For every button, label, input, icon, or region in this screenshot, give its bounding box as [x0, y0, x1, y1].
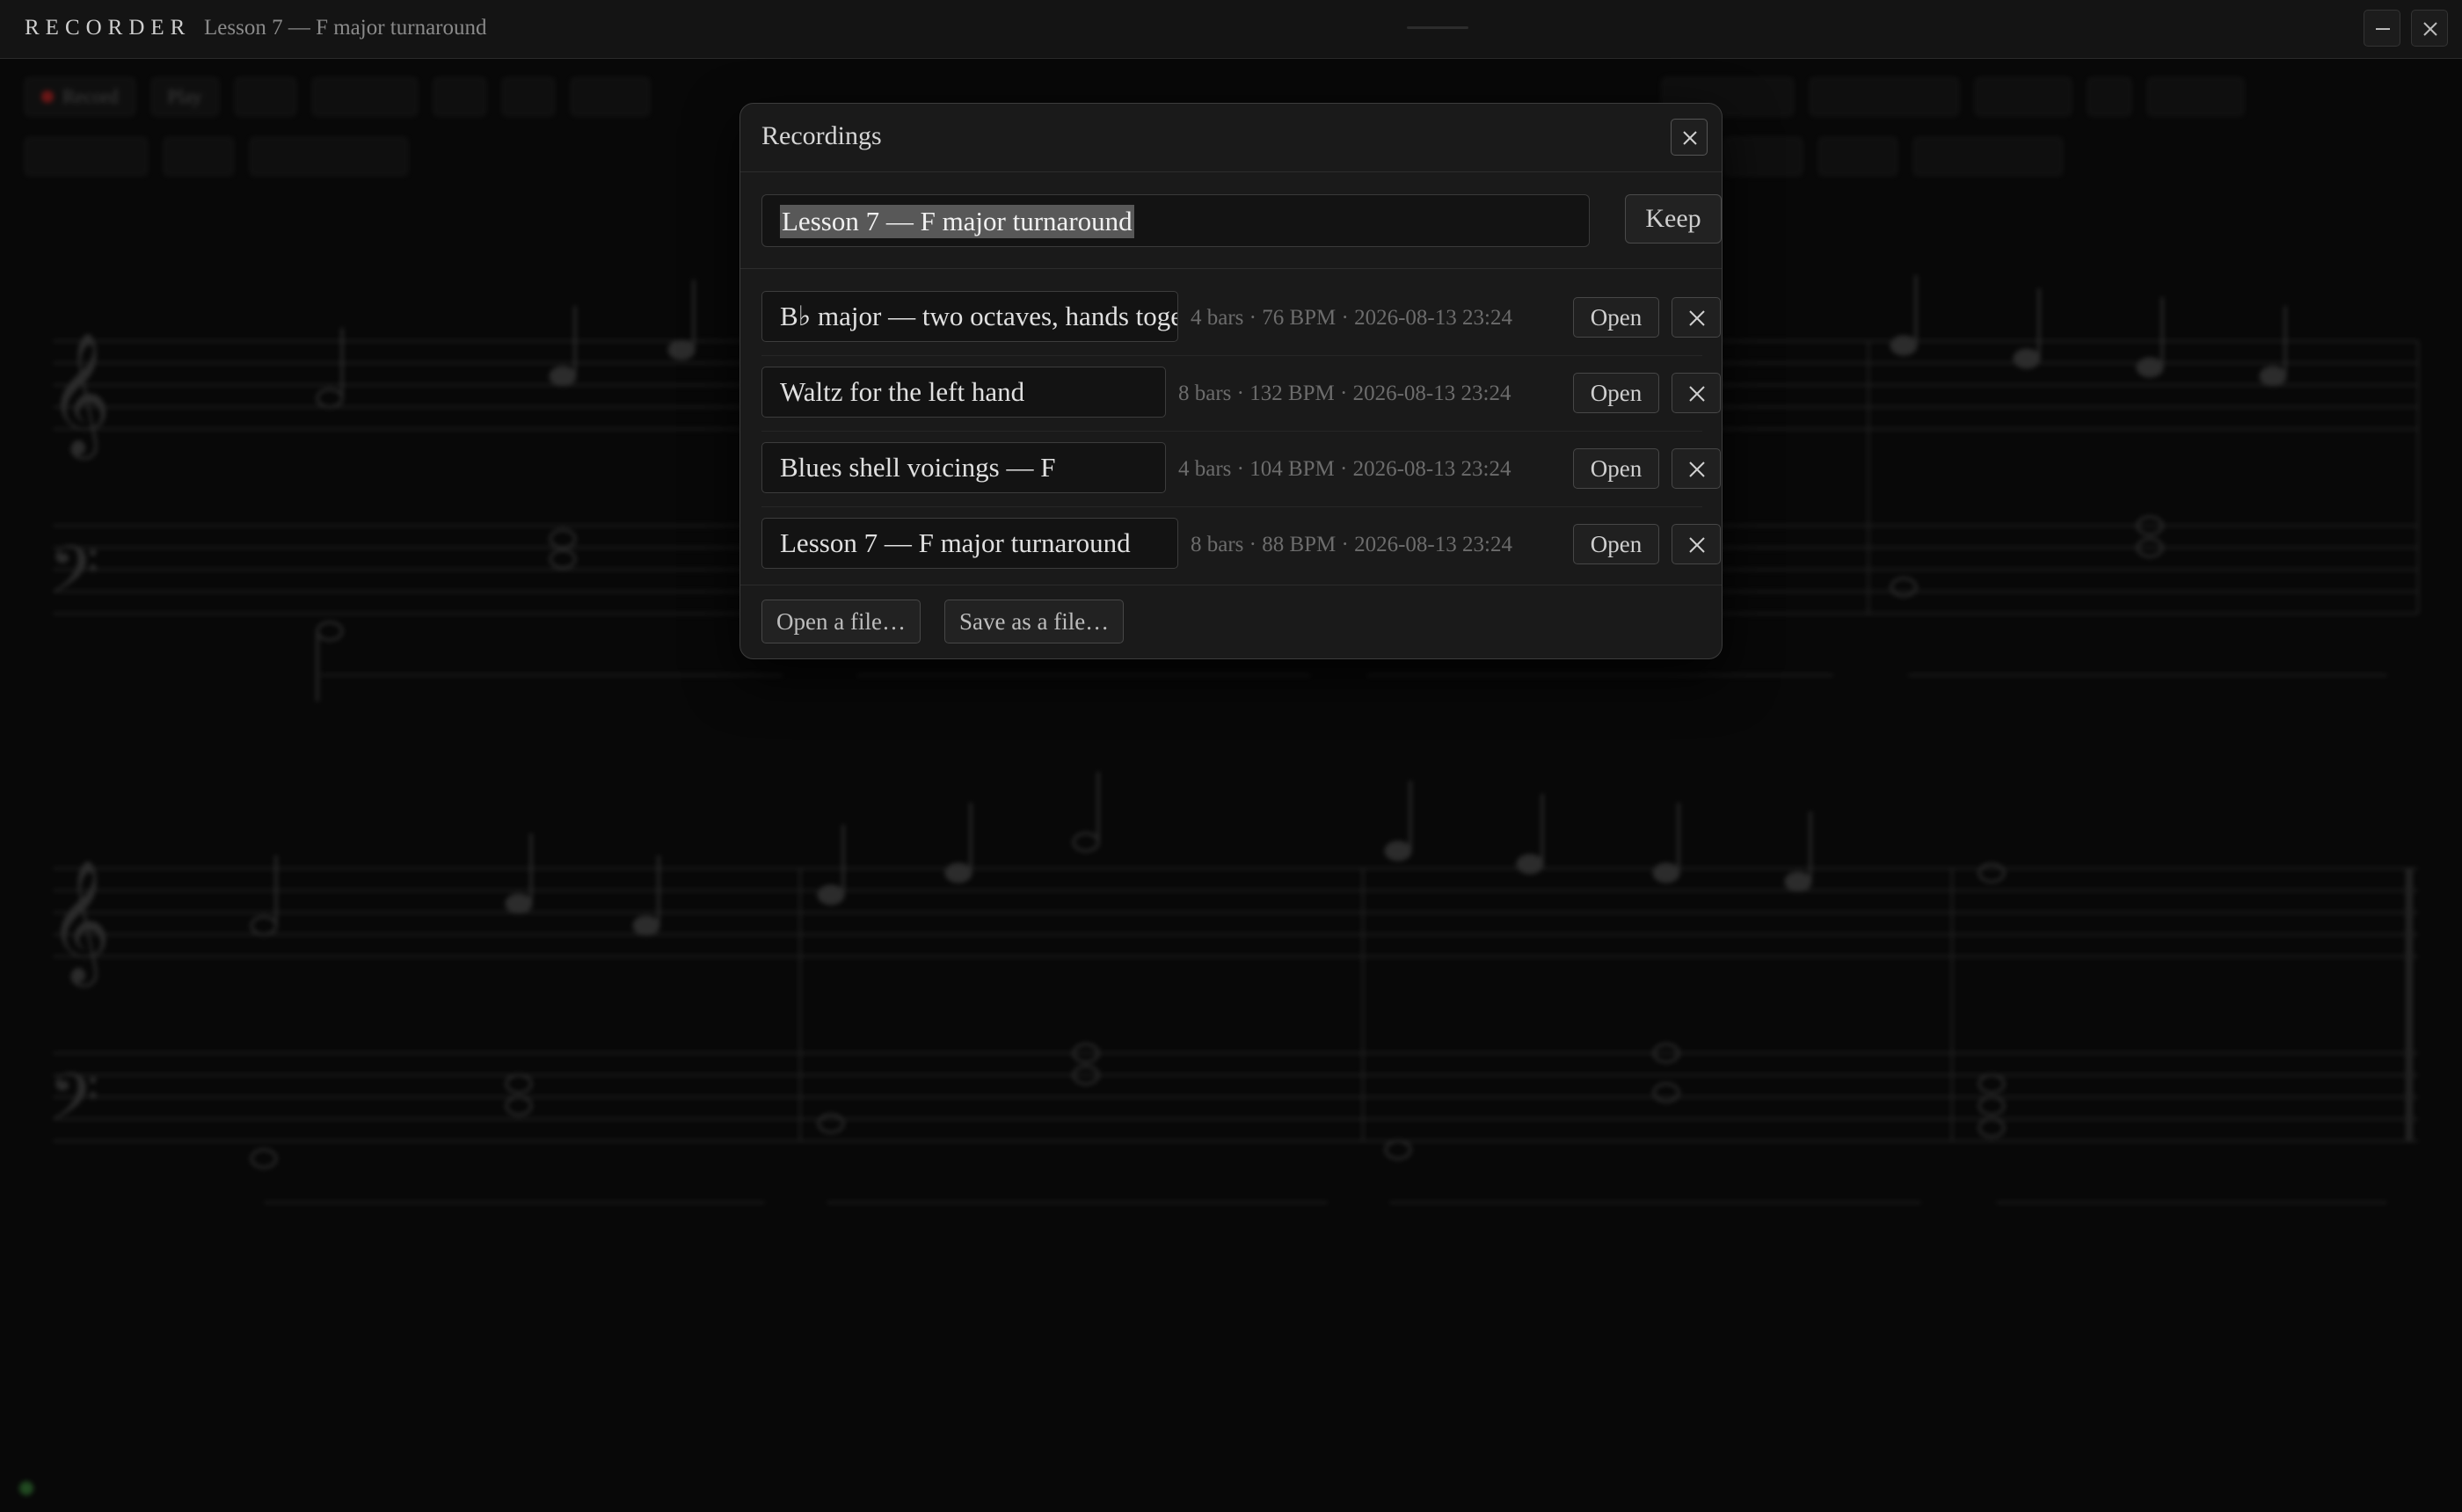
drag-handle[interactable]: [1407, 26, 1468, 29]
open-recording-button[interactable]: Open: [1573, 373, 1659, 413]
open-recording-button[interactable]: Open: [1573, 297, 1659, 338]
recording-name-field[interactable]: B♭ major — two octaves, hands together: [761, 291, 1178, 342]
delete-recording-button[interactable]: [1672, 524, 1721, 564]
delete-recording-button[interactable]: [1672, 297, 1721, 338]
app-name: RECORDER: [25, 16, 192, 40]
recording-meta: 4 bars · 76 BPM · 2026-08-13 23:24: [1191, 306, 1512, 330]
delete-recording-button[interactable]: [1672, 373, 1721, 413]
open-recording-button[interactable]: Open: [1573, 524, 1659, 564]
selected-name-text: Lesson 7 — F major turnaround: [780, 205, 1134, 238]
delete-icon: [1689, 386, 1705, 402]
svg-text:𝄢: 𝄢: [48, 532, 99, 624]
save-as-file-button[interactable]: Save as a file…: [944, 600, 1125, 643]
svg-text:𝄢: 𝄢: [48, 1059, 99, 1152]
delete-recording-button[interactable]: [1672, 448, 1721, 489]
recording-meta: 8 bars · 132 BPM · 2026-08-13 23:24: [1178, 382, 1511, 405]
list-item: Waltz for the left hand 8 bars · 132 BPM…: [761, 356, 1721, 432]
save-name-row: Lesson 7 — F major turnaround Keep: [761, 194, 1722, 247]
recording-name-field[interactable]: Waltz for the left hand: [761, 367, 1166, 418]
recording-meta: 8 bars · 88 BPM · 2026-08-13 23:24: [1191, 533, 1512, 556]
keep-button[interactable]: Keep: [1625, 194, 1722, 244]
recording-name-field[interactable]: Lesson 7 — F major turnaround: [761, 518, 1178, 569]
svg-text:𝄞: 𝄞: [48, 860, 111, 987]
recording-name-input[interactable]: Lesson 7 — F major turnaround: [761, 194, 1590, 247]
divider: [740, 268, 1722, 269]
close-icon: [2423, 22, 2437, 36]
window-close-button[interactable]: [2411, 10, 2448, 47]
dialog-header: Recordings: [740, 104, 1722, 172]
recording-meta: 4 bars · 104 BPM · 2026-08-13 23:24: [1178, 457, 1511, 481]
list-item: Blues shell voicings — F 4 bars · 104 BP…: [761, 432, 1721, 507]
recordings-list: B♭ major — two octaves, hands together 4…: [761, 280, 1721, 583]
title-bar: RECORDER Lesson 7 — F major turnaround: [0, 0, 2462, 59]
status-indicator: [19, 1481, 33, 1495]
delete-icon: [1689, 310, 1705, 326]
document-title: Lesson 7 — F major turnaround: [204, 16, 487, 40]
delete-icon: [1689, 462, 1705, 477]
list-item: B♭ major — two octaves, hands together 4…: [761, 280, 1721, 356]
recordings-dialog: Recordings Lesson 7 — F major turnaround…: [739, 103, 1723, 659]
open-file-button[interactable]: Open a file…: [761, 600, 921, 643]
list-item: Lesson 7 — F major turnaround 8 bars · 8…: [761, 507, 1721, 583]
minimize-icon: [2376, 28, 2390, 30]
recording-name-field[interactable]: Blues shell voicings — F: [761, 442, 1166, 493]
status-bar: [0, 1468, 2462, 1512]
delete-icon: [1689, 537, 1705, 553]
dialog-title: Recordings: [761, 121, 882, 150]
close-icon: [1683, 131, 1697, 145]
dialog-close-button[interactable]: [1671, 119, 1708, 156]
minimize-button[interactable]: [2364, 10, 2400, 47]
open-recording-button[interactable]: Open: [1573, 448, 1659, 489]
svg-text:𝄞: 𝄞: [48, 332, 111, 460]
